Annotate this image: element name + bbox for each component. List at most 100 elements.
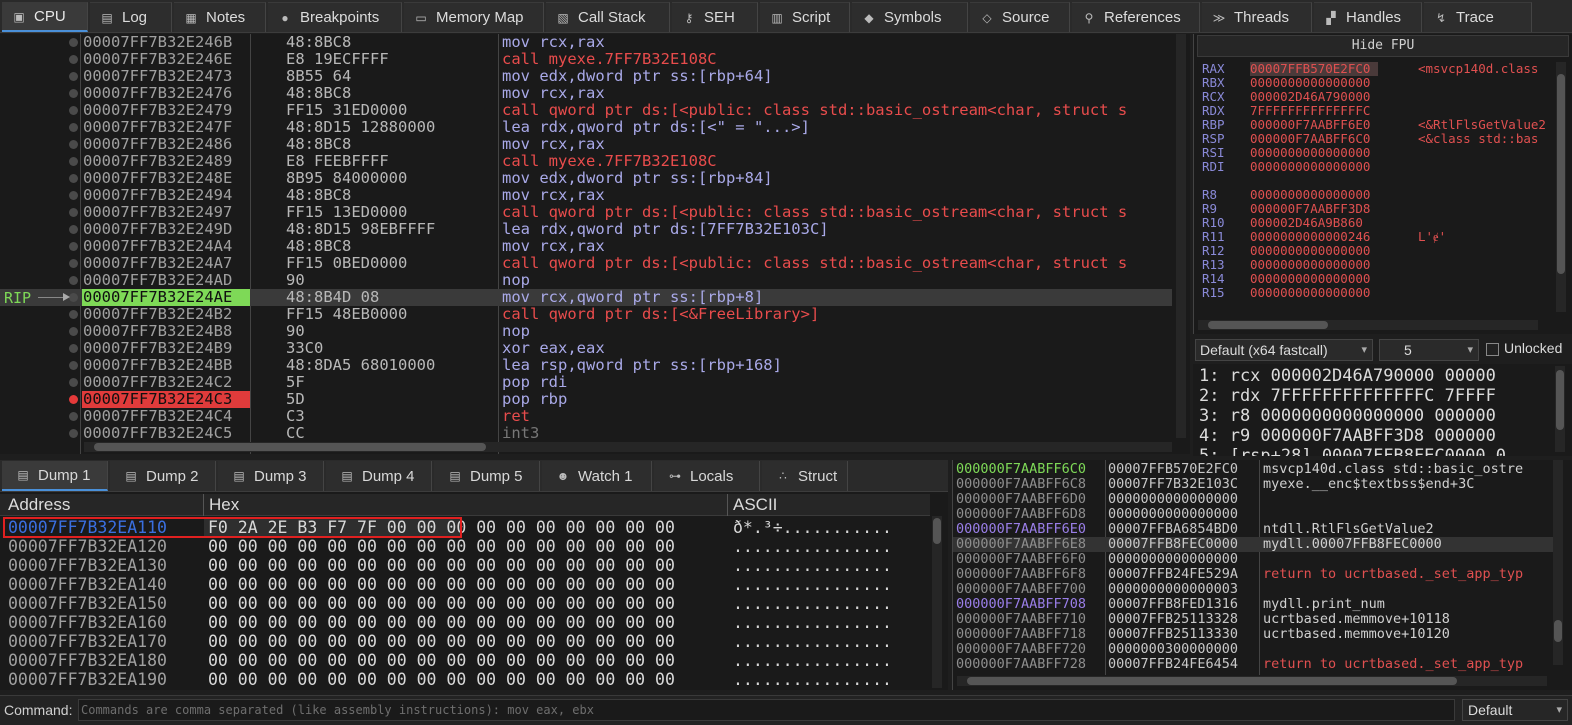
breakpoint-dot-icon[interactable] xyxy=(69,344,78,353)
tab-trace[interactable]: ↯ Trace xyxy=(1424,2,1532,32)
dump-ascii[interactable]: ................ xyxy=(733,632,892,651)
argument-row[interactable]: 5: [rsp+28] 00007FFB8FEC0000 0 xyxy=(1199,446,1506,456)
disasm-row[interactable]: 00007FF7B32E24B2 FF15 48EB0000 call qword … xyxy=(0,306,1172,323)
scrollbar-thumb[interactable] xyxy=(1556,370,1564,430)
stack-vertical-scrollbar[interactable] xyxy=(1553,460,1563,665)
stack-row[interactable]: 000000F7AABFF6D8 0000000000000000 xyxy=(953,507,1553,522)
stack-horizontal-scrollbar[interactable] xyxy=(957,676,1547,686)
breakpoint-gutter[interactable] xyxy=(0,153,80,170)
arg-count-select[interactable]: 5 xyxy=(1379,339,1479,361)
tab-notes[interactable]: ▦ Notes xyxy=(174,2,266,32)
tab-struct[interactable]: ∴ Struct xyxy=(762,461,848,491)
stack-row[interactable]: 000000F7AABFF6E0 00007FFBA6854BD0 ntdll.Rt… xyxy=(953,522,1553,537)
unlocked-checkbox[interactable] xyxy=(1486,343,1499,356)
dump-ascii[interactable]: ð*.³÷........... xyxy=(733,518,892,537)
breakpoint-dot-icon[interactable] xyxy=(69,157,78,166)
breakpoint-dot-icon[interactable] xyxy=(69,276,78,285)
breakpoint-dot-icon[interactable] xyxy=(69,310,78,319)
dump-ascii[interactable]: ................ xyxy=(733,594,892,613)
breakpoint-gutter[interactable] xyxy=(0,255,80,272)
breakpoint-dot-icon[interactable] xyxy=(69,429,78,438)
register-value[interactable]: 0000000000000000 xyxy=(1250,286,1378,300)
breakpoint-gutter[interactable] xyxy=(0,204,80,221)
disasm-row[interactable]: 00007FF7B32E24AD 90 nop xyxy=(0,272,1172,289)
disasm-row[interactable]: 00007FF7B32E246E E8 19ECFFFF call myexe.7F… xyxy=(0,51,1172,68)
breakpoint-dot-icon[interactable] xyxy=(69,106,78,115)
scrollbar-thumb[interactable] xyxy=(933,518,941,544)
register-value[interactable]: 0000000000000000 xyxy=(1250,258,1378,272)
dump-vertical-scrollbar[interactable] xyxy=(932,516,942,688)
dump-ascii[interactable]: ................ xyxy=(733,575,892,594)
stack-row[interactable]: 000000F7AABFF6C8 00007FF7B32E103C myexe.__… xyxy=(953,477,1553,492)
address-column-header[interactable]: Address xyxy=(2,494,70,516)
breakpoint-dot-icon[interactable] xyxy=(69,191,78,200)
tab-handles[interactable]: ▞ Handles xyxy=(1314,2,1422,32)
stack-row[interactable]: 000000F7AABFF6D0 0000000000000000 xyxy=(953,492,1553,507)
breakpoint-dot-icon[interactable] xyxy=(69,123,78,132)
tab-symbols[interactable]: ◆ Symbols xyxy=(852,2,968,32)
breakpoint-dot-icon[interactable] xyxy=(69,412,78,421)
disasm-row[interactable]: 00007FF7B32E248E 8B95 84000000 mov edx,dwo… xyxy=(0,170,1172,187)
dump-ascii[interactable]: ................ xyxy=(733,556,892,575)
argument-row[interactable]: 4: r9 000000F7AABFF3D8 000000 xyxy=(1199,426,1496,446)
tab-threads[interactable]: ≫ Threads xyxy=(1202,2,1312,32)
tab-seh[interactable]: ⚷ SEH xyxy=(672,2,758,32)
disasm-vertical-scrollbar[interactable] xyxy=(1176,34,1186,438)
command-input[interactable]: Commands are comma separated (like assem… xyxy=(78,699,1455,721)
scrollbar-thumb[interactable] xyxy=(94,443,486,451)
disasm-row[interactable]: 00007FF7B32E24A4 48:8BC8 mov rcx,rax xyxy=(0,238,1172,255)
breakpoint-dot-icon[interactable] xyxy=(69,72,78,81)
argument-row[interactable]: 1: rcx 000002D46A790000 00000 xyxy=(1199,366,1496,386)
stack-row[interactable]: 000000F7AABFF6C0 00007FFB570E2FC0 msvcp140… xyxy=(953,462,1553,477)
register-value[interactable]: 000000F7AABFF3D8 xyxy=(1250,202,1378,216)
breakpoint-gutter[interactable] xyxy=(0,170,80,187)
scrollbar-thumb[interactable] xyxy=(1208,321,1328,329)
breakpoint-gutter[interactable] xyxy=(0,119,80,136)
dump-hex-bytes[interactable]: 00 00 00 00 00 00 00 00 00 00 00 00 00 0… xyxy=(208,651,675,670)
tab-dump-5[interactable]: ▤ Dump 5 xyxy=(434,461,540,491)
tab-script[interactable]: ▥ Script xyxy=(760,2,850,32)
tab-locals[interactable]: ⊶ Locals xyxy=(654,461,760,491)
registers-horizontal-scrollbar[interactable] xyxy=(1198,320,1538,330)
breakpoint-gutter[interactable] xyxy=(0,391,80,408)
register-value[interactable]: 000002D46A9B860 xyxy=(1250,216,1378,230)
disasm-row[interactable]: 00007FF7B32E2494 48:8BC8 mov rcx,rax xyxy=(0,187,1172,204)
breakpoint-gutter[interactable] xyxy=(0,238,80,255)
stack-row[interactable]: 000000F7AABFF700 0000000000000003 xyxy=(953,582,1553,597)
register-value[interactable]: 0000000000000000 xyxy=(1250,146,1378,160)
breakpoint-gutter[interactable] xyxy=(0,85,80,102)
register-value[interactable]: 0000000000000000 xyxy=(1250,188,1378,202)
tab-dump-1[interactable]: ▤ Dump 1 xyxy=(2,461,108,491)
breakpoint-gutter[interactable] xyxy=(0,221,80,238)
register-value[interactable]: 0000000000000000 xyxy=(1250,272,1378,286)
breakpoint-gutter[interactable] xyxy=(0,34,80,51)
stack-row[interactable]: 000000F7AABFF6F0 0000000000000000 xyxy=(953,552,1553,567)
stack-row[interactable]: 000000F7AABFF718 00007FFB25113330 ucrtbase… xyxy=(953,627,1553,642)
disasm-row[interactable]: 00007FF7B32E24B8 90 nop xyxy=(0,323,1172,340)
breakpoint-dot-icon[interactable] xyxy=(69,327,78,336)
disasm-row[interactable]: 00007FF7B32E2486 48:8BC8 mov rcx,rax xyxy=(0,136,1172,153)
disasm-row[interactable]: 00007FF7B32E24C4 C3 ret xyxy=(0,408,1172,425)
breakpoint-dot-icon[interactable] xyxy=(69,38,78,47)
hex-column-header[interactable]: Hex xyxy=(203,494,239,516)
tab-cpu[interactable]: ▣ CPU xyxy=(2,2,88,32)
disasm-row[interactable]: 00007FF7B32E247F 48:8D15 12880000 lea rdx,… xyxy=(0,119,1172,136)
disasm-row[interactable]: 00007FF7B32E2479 FF15 31ED0000 call qword … xyxy=(0,102,1172,119)
breakpoint-dot-icon[interactable] xyxy=(69,174,78,183)
dump-hex-bytes[interactable]: 00 00 00 00 00 00 00 00 00 00 00 00 00 0… xyxy=(208,594,675,613)
breakpoint-gutter[interactable] xyxy=(0,136,80,153)
breakpoint-dot-icon[interactable] xyxy=(69,242,78,251)
stack-view[interactable]: 000000F7AABFF6C0 00007FFB570E2FC0 msvcp140… xyxy=(952,460,1572,690)
breakpoint-gutter[interactable] xyxy=(0,272,80,289)
tab-dump-4[interactable]: ▤ Dump 4 xyxy=(326,461,432,491)
tab-breakpoints[interactable]: ● Breakpoints xyxy=(268,2,402,32)
argument-row[interactable]: 2: rdx 7FFFFFFFFFFFFFFC 7FFFF xyxy=(1199,386,1496,406)
breakpoint-gutter[interactable] xyxy=(0,102,80,119)
dump-hex-bytes[interactable]: 00 00 00 00 00 00 00 00 00 00 00 00 00 0… xyxy=(208,575,675,594)
dump-ascii[interactable]: ................ xyxy=(733,537,892,556)
breakpoint-gutter[interactable] xyxy=(0,408,80,425)
dump-ascii[interactable]: ................ xyxy=(733,651,892,670)
breakpoint-gutter[interactable] xyxy=(0,306,80,323)
dump-ascii[interactable]: ................ xyxy=(733,613,892,632)
scrollbar-thumb[interactable] xyxy=(967,677,1457,685)
